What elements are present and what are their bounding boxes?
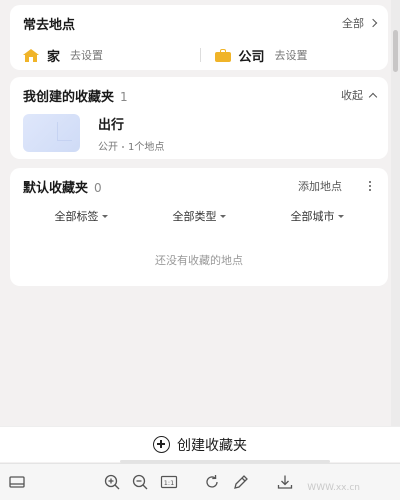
frequent-places-header: 常去地点 全部 [23, 13, 378, 33]
watermark: WWW.xx.cn [307, 483, 360, 493]
collapse-link[interactable]: 收起 [341, 87, 378, 103]
filter-cities[interactable]: 全部城市 [291, 206, 344, 226]
default-folder-actions: 添加地点 [298, 178, 376, 194]
chevron-right-icon [368, 18, 378, 28]
caret-down-icon [101, 214, 108, 218]
actual-size-icon[interactable]: 1:1 [160, 473, 178, 491]
all-places-link[interactable]: 全部 [342, 15, 378, 31]
viewer-toolbar: 1:1 [0, 463, 400, 500]
folder-place-count: 1个地点 [128, 141, 165, 153]
default-folder-card: 默认收藏夹 0 添加地点 全部标签 全部类型 全部城市 还没有收藏的地点 [10, 168, 388, 286]
work-label: 公司 [238, 49, 265, 65]
home-icon [23, 48, 39, 62]
all-places-label: 全部 [342, 17, 364, 30]
actual-size-label: 1:1 [164, 479, 174, 487]
create-folder-label: 创建收藏夹 [177, 437, 247, 454]
home-label: 家 [47, 49, 61, 65]
default-folder-header: 默认收藏夹 0 添加地点 [23, 176, 376, 196]
add-place-link[interactable]: 添加地点 [298, 178, 342, 194]
filter-cities-label: 全部城市 [290, 210, 335, 223]
filter-bar: 全部标签 全部类型 全部城市 [10, 206, 388, 226]
default-folder-title-wrap: 默认收藏夹 0 [23, 177, 102, 196]
filter-tags-label: 全部标签 [54, 210, 99, 223]
zoom-in-icon[interactable] [103, 473, 121, 491]
work-set-link[interactable]: 去设置 [275, 47, 308, 63]
default-folder-count: 0 [94, 180, 102, 195]
rotate-icon[interactable] [203, 473, 221, 491]
my-folders-card: 我创建的收藏夹 1 收起 出行 公开 1个地点 [10, 77, 388, 159]
more-icon[interactable] [364, 179, 376, 193]
panel-icon[interactable] [8, 473, 26, 491]
default-folder-title: 默认收藏夹 [23, 180, 89, 196]
caret-down-icon [219, 214, 226, 218]
folder-meta: 公开 1个地点 [98, 138, 164, 153]
create-folder-button[interactable]: 创建收藏夹 [0, 426, 400, 462]
work-place[interactable]: 公司 去设置 [199, 46, 377, 65]
folder-thumbnail [23, 114, 80, 152]
folder-text: 出行 公开 1个地点 [98, 114, 164, 153]
my-folders-header: 我创建的收藏夹 1 收起 [23, 85, 378, 105]
frequent-places-title: 常去地点 [23, 17, 76, 33]
my-folders-title: 我创建的收藏夹 [23, 89, 115, 105]
divider [199, 48, 201, 62]
download-icon[interactable] [276, 473, 294, 491]
frequent-places-card: 常去地点 全部 家 去设置 公司 去设置 [10, 5, 388, 70]
chevron-up-icon [368, 92, 378, 102]
folder-item[interactable]: 出行 公开 1个地点 [23, 113, 164, 153]
collapse-label: 收起 [341, 89, 363, 102]
home-place[interactable]: 家 去设置 [23, 46, 200, 65]
my-folders-title-wrap: 我创建的收藏夹 1 [23, 86, 128, 105]
filter-types[interactable]: 全部类型 [173, 206, 226, 226]
my-folders-count: 1 [120, 89, 128, 104]
edit-icon[interactable] [232, 473, 250, 491]
home-set-link[interactable]: 去设置 [70, 47, 103, 63]
plus-circle-icon [153, 436, 170, 453]
folder-name: 出行 [98, 117, 125, 133]
zoom-out-icon[interactable] [131, 473, 149, 491]
scrollbar-thumb[interactable] [393, 30, 398, 72]
briefcase-icon [214, 48, 231, 62]
empty-state-text: 还没有收藏的地点 [155, 254, 243, 267]
filter-tags[interactable]: 全部标签 [55, 206, 108, 226]
folder-visibility: 公开 [98, 141, 118, 153]
frequent-places-row: 家 去设置 公司 去设置 [23, 43, 376, 67]
filter-types-label: 全部类型 [172, 210, 217, 223]
caret-down-icon [337, 214, 344, 218]
